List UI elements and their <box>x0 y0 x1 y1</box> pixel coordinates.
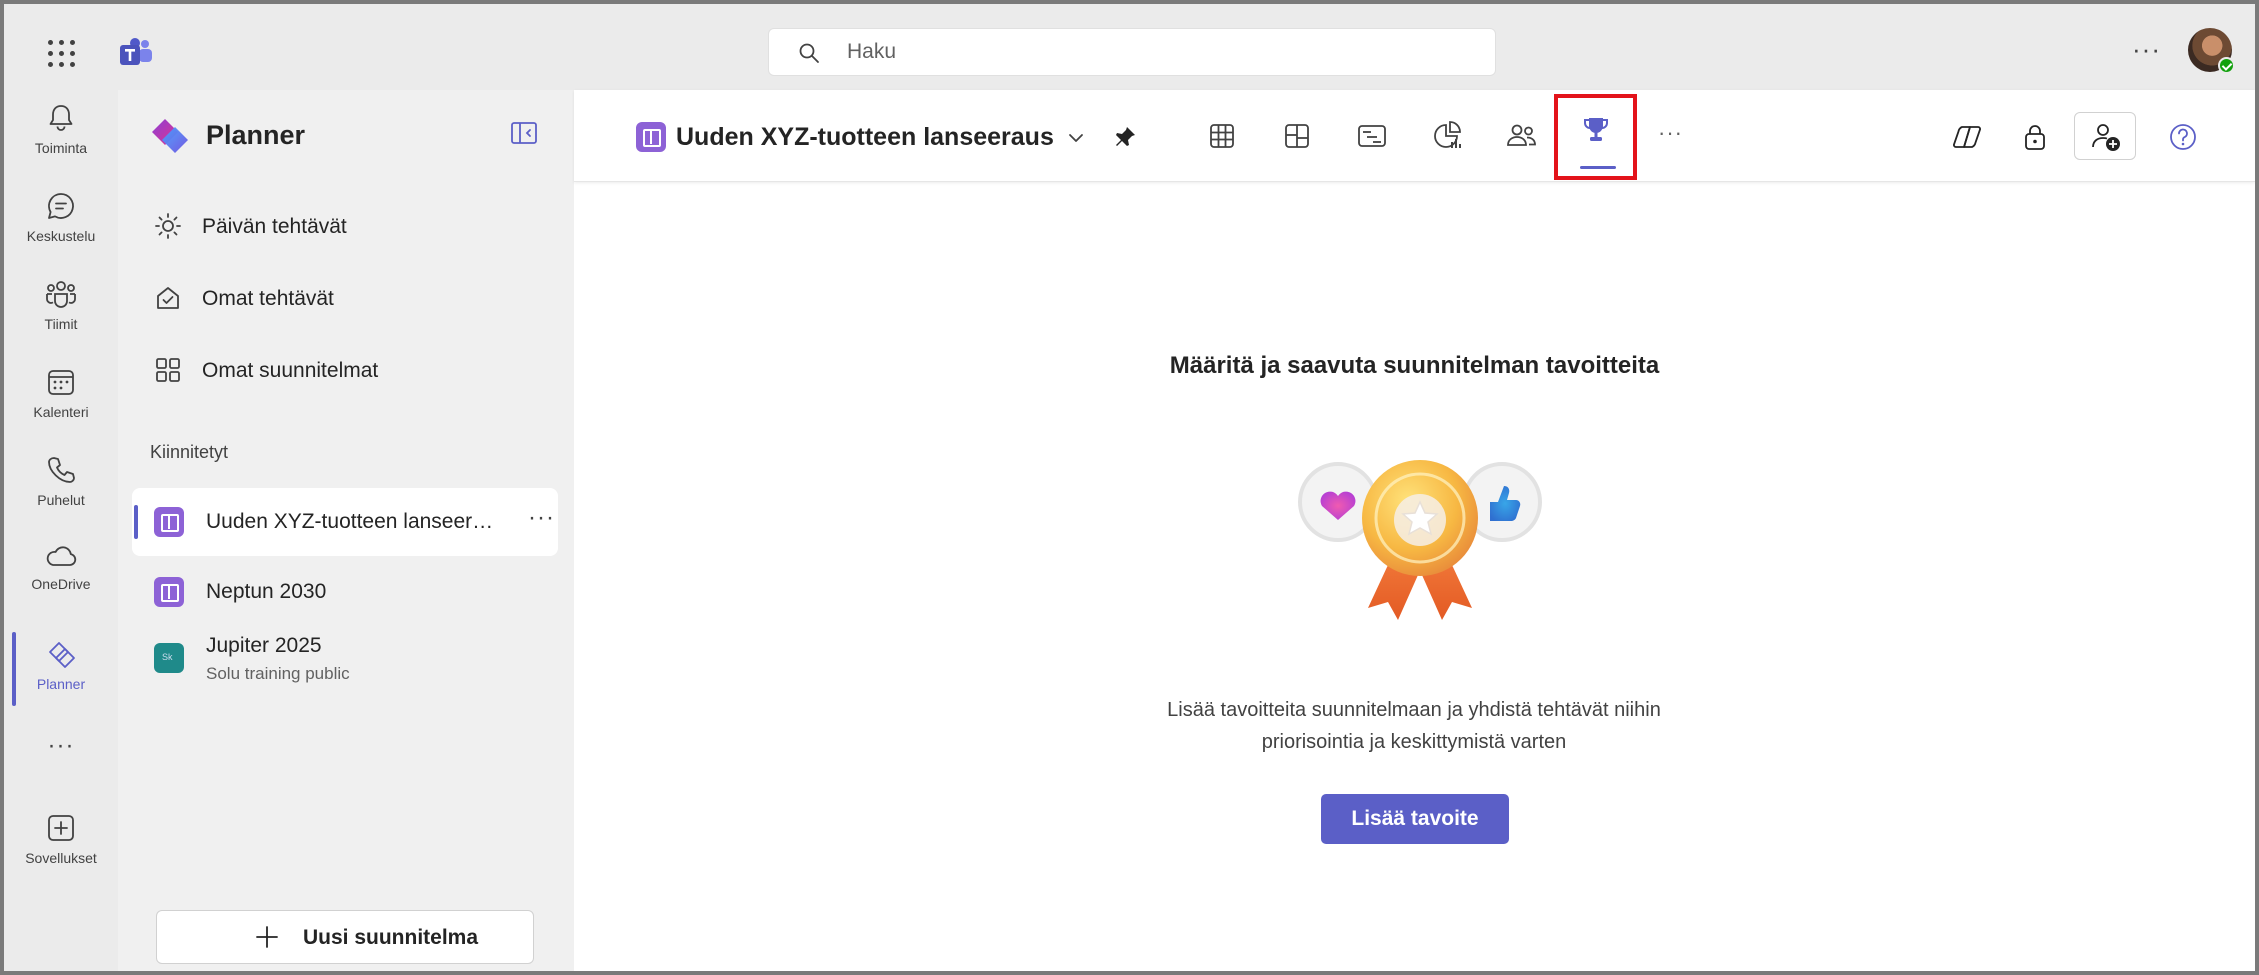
teams-logo-icon <box>120 38 152 65</box>
chevron-down-icon[interactable] <box>1066 128 1086 148</box>
top-bar: ··· <box>4 4 2255 90</box>
goals-trophy-icon <box>1584 118 1608 141</box>
plan-name: Uuden XYZ-tuotteen lanseeraus <box>206 510 496 533</box>
rail-item-calls[interactable]: Puhelut <box>4 454 118 534</box>
rail-item-activity[interactable]: Toiminta <box>4 102 118 182</box>
active-tab-indicator <box>1580 166 1616 169</box>
empty-state-description-line1: Lisää tavoitteita suunnitelmaan ja yhdis… <box>1167 699 1661 721</box>
sidebar-title: Planner <box>206 120 306 150</box>
rail-label: Keskustelu <box>26 228 96 244</box>
plan-group-name: Solu training public <box>206 664 350 683</box>
my-tasks-icon <box>157 287 179 309</box>
sidebar-item-my-day[interactable]: Päivän tehtävät <box>154 200 554 256</box>
plan-icon <box>154 577 184 607</box>
rail-item-calendar[interactable]: Kalenteri <box>4 366 118 446</box>
calendar-icon <box>48 370 74 395</box>
empty-state-description: Lisää tavoitteita suunnitelmaan ja yhdis… <box>1114 694 1714 758</box>
planner-icon <box>49 642 75 668</box>
avatar[interactable] <box>2188 28 2235 74</box>
empty-state-description-line2: priorisointia ja keskittymistä varten <box>1261 731 1567 753</box>
teams-icon <box>46 281 76 308</box>
presence-available-icon <box>2218 57 2235 74</box>
new-plan-button[interactable]: Uusi suunnitelma <box>156 910 534 964</box>
rail-label: Toiminta <box>34 140 88 156</box>
rail-more-icon[interactable]: ··· <box>4 732 118 760</box>
rail-item-apps[interactable]: Sovellukset <box>4 812 118 892</box>
plan-badge: Sk <box>162 652 173 662</box>
rail-label: Sovellukset <box>25 850 97 866</box>
plan-header: Uuden XYZ-tuotteen lanseeraus ··· <box>574 90 2255 182</box>
rail-label: Planner <box>36 676 86 692</box>
grid-view-icon[interactable] <box>1204 118 1240 154</box>
plus-icon <box>256 926 278 948</box>
sidebar-item-label: Päivän tehtävät <box>202 215 347 238</box>
rail-label: Tiimit <box>44 316 78 332</box>
plan-icon <box>636 122 666 152</box>
goals-medal-illustration-icon <box>1298 460 1542 620</box>
phone-icon <box>48 457 75 483</box>
add-goal-button[interactable]: Lisää tavoite <box>1321 794 1509 844</box>
plan-group-icon: Sk <box>154 643 184 673</box>
rail-item-planner[interactable]: Planner <box>4 632 118 718</box>
planner-logo-icon <box>152 119 188 153</box>
search-icon <box>799 43 819 63</box>
plan-title[interactable]: Uuden XYZ-tuotteen lanseeraus <box>676 123 1054 152</box>
pin-icon[interactable] <box>1112 124 1138 150</box>
planner-sidebar: Planner Päivän tehtävät Omat tehtävät Om… <box>118 90 574 971</box>
charts-view-icon[interactable] <box>1429 118 1465 154</box>
sidebar-plan-neptun[interactable]: Neptun 2030 <box>132 558 558 626</box>
cloud-icon <box>46 546 77 566</box>
rail-label: Puhelut <box>37 492 85 508</box>
bell-icon <box>49 105 73 131</box>
search-box[interactable] <box>768 28 1496 76</box>
sidebar-item-my-tasks[interactable]: Omat tehtävät <box>154 272 554 328</box>
sidebar-plan-jupiter[interactable]: Sk Jupiter 2025 Solu training public <box>132 624 558 692</box>
help-icon[interactable] <box>2166 120 2200 154</box>
settings-more-icon[interactable]: ··· <box>2132 34 2161 65</box>
rail-label: Kalenteri <box>33 404 89 420</box>
app-rail: Toiminta Keskustelu Tiimit Kalenteri Puh… <box>4 90 118 971</box>
rail-item-teams[interactable]: Tiimit <box>4 278 118 358</box>
copilot-icon[interactable] <box>1950 120 1984 154</box>
rail-item-chat[interactable]: Keskustelu <box>4 190 118 270</box>
sidebar-item-my-plans[interactable]: Omat suunnitelmat <box>154 344 554 400</box>
board-view-icon[interactable] <box>1279 118 1315 154</box>
plan-more-icon[interactable]: ··· <box>528 504 555 532</box>
tab-goals[interactable] <box>1554 94 1637 180</box>
sidebar-plan-xyz[interactable]: Uuden XYZ-tuotteen lanseeraus ··· <box>132 488 558 556</box>
app-launcher-icon[interactable] <box>48 40 75 67</box>
pinned-heading: Kiinnitetyt <box>150 442 229 462</box>
rail-label: OneDrive <box>31 576 91 592</box>
lock-icon[interactable] <box>2018 120 2052 154</box>
schedule-view-icon[interactable] <box>1354 118 1390 154</box>
main-content: Uuden XYZ-tuotteen lanseeraus ··· Määrit… <box>574 90 2255 971</box>
grid-icon <box>156 358 180 382</box>
search-input[interactable] <box>847 29 1467 75</box>
new-plan-label: Uusi suunnitelma <box>303 926 479 949</box>
sidebar-item-label: Omat tehtävät <box>202 287 334 310</box>
plan-icon <box>154 507 184 537</box>
add-member-icon <box>2092 124 2120 151</box>
more-views-icon[interactable]: ··· <box>1658 120 1683 146</box>
collapse-sidebar-icon[interactable] <box>511 122 537 144</box>
empty-state-title: Määritä ja saavuta suunnitelman tavoitte… <box>1169 352 1660 379</box>
chat-icon <box>48 193 74 219</box>
add-apps-icon <box>48 815 74 841</box>
sun-icon <box>155 213 181 239</box>
plan-name: Jupiter 2025 <box>206 634 322 657</box>
rail-item-onedrive[interactable]: OneDrive <box>4 542 118 622</box>
plan-name: Neptun 2030 <box>206 580 327 603</box>
app-window: ··· Toiminta Keskustelu <box>0 0 2259 975</box>
sidebar-item-label: Omat suunnitelmat <box>202 359 379 382</box>
share-plan-button[interactable] <box>2074 112 2136 160</box>
people-view-icon[interactable] <box>1504 118 1540 154</box>
